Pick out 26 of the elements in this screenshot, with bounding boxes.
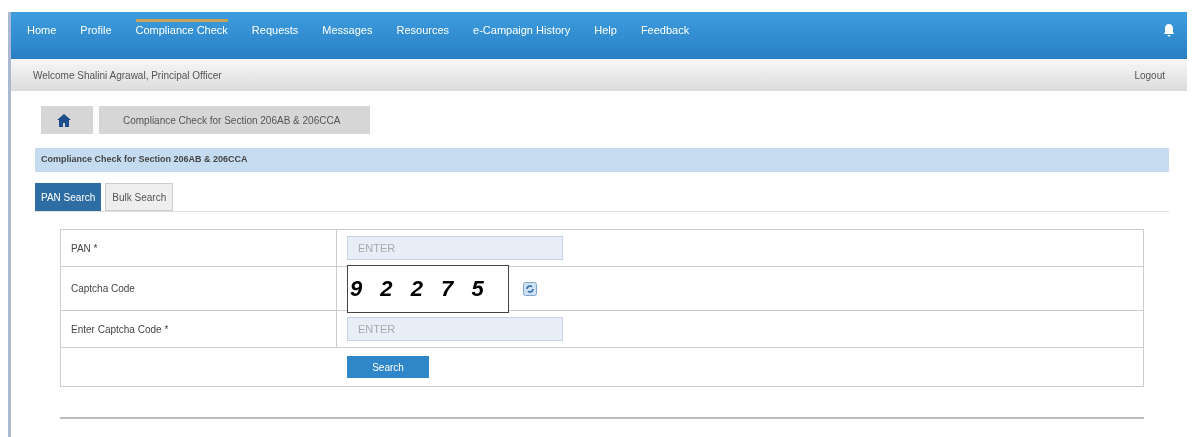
tab[interactable]: Bulk Search (105, 183, 174, 211)
field-label: Enter Captcha Code * (71, 322, 169, 337)
refresh-icon[interactable] (523, 281, 537, 296)
home-crumb[interactable] (41, 106, 93, 134)
welcome-text: Welcome Shalini Agrawal, Principal Officer (33, 68, 222, 83)
bell-icon[interactable] (1163, 23, 1175, 37)
nav-item[interactable]: Compliance Check (135, 19, 228, 39)
nav-item[interactable]: e-Campaign History (473, 22, 571, 39)
nav-item[interactable]: Help (594, 22, 617, 39)
logout-link[interactable]: Logout (1134, 67, 1165, 83)
field-label: PAN * (71, 241, 98, 256)
nav-item[interactable]: Requests (251, 22, 299, 39)
input-field[interactable]: ENTER (347, 236, 563, 260)
section-header: Compliance Check for Section 206AB & 206CCA (35, 148, 1169, 172)
nav-item[interactable]: Resources (396, 22, 450, 39)
nav-item[interactable]: Home (27, 22, 57, 39)
captcha-image: 9 2 2 7 5 (347, 264, 509, 313)
breadcrumb-item[interactable]: Compliance Check for Section 206AB & 206CCA (99, 106, 371, 134)
nav-item[interactable]: Messages (322, 22, 373, 39)
home-icon (57, 113, 71, 127)
tab[interactable]: PAN Search (35, 183, 102, 211)
field-label: Captcha Code (71, 282, 135, 296)
search-button[interactable]: Search (347, 356, 429, 378)
nav-item[interactable]: Feedback (640, 22, 690, 39)
input-field[interactable]: ENTER (347, 317, 563, 341)
nav-item[interactable]: Profile (80, 22, 112, 39)
